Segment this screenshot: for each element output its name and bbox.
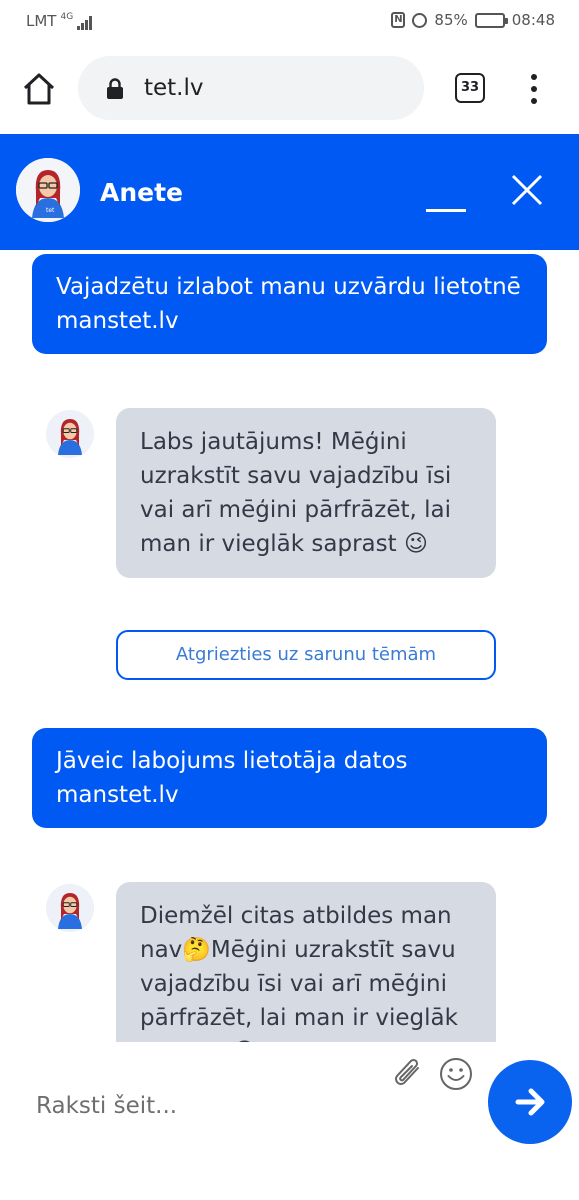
agent-avatar-icon xyxy=(46,884,94,932)
status-left: LMT 4G xyxy=(26,12,93,30)
signal-icon xyxy=(77,16,93,30)
browser-toolbar: tet.lv 33 xyxy=(0,44,579,134)
status-right: N 85% 08:48 xyxy=(391,11,555,29)
status-bar: LMT 4G N 85% 08:48 xyxy=(0,0,579,44)
home-icon[interactable] xyxy=(22,72,56,106)
chat-header: tet Anete xyxy=(0,134,579,250)
network-type: 4G xyxy=(60,12,74,22)
user-message: Vajadzētu izlabot manu uzvārdu lietotnē … xyxy=(32,254,547,354)
tabs-icon[interactable]: 33 xyxy=(455,73,485,103)
back-to-topics-button[interactable]: Atgriezties uz sarunu tēmām xyxy=(116,630,496,680)
agent-name: Anete xyxy=(100,178,184,207)
battery-icon xyxy=(474,12,508,28)
more-vert-icon[interactable] xyxy=(530,74,538,104)
avatar xyxy=(46,410,94,458)
close-icon[interactable] xyxy=(503,172,551,212)
bot-message: Diemžēl citas atbildes man nav🤔Mēģini uz… xyxy=(116,882,496,1042)
url-text: tet.lv xyxy=(144,75,204,101)
carrier-label: LMT xyxy=(26,12,57,30)
bot-message: Labs jautājums! Mēģini uzrakstīt savu va… xyxy=(116,408,496,578)
chat-conversation[interactable]: Vajadzētu izlabot manu uzvārdu lietotnē … xyxy=(0,250,579,1042)
avatar: tet xyxy=(16,158,80,222)
send-button[interactable] xyxy=(488,1060,572,1144)
clock: 08:48 xyxy=(511,11,555,29)
arrow-right-icon xyxy=(515,1088,545,1116)
minimize-button[interactable] xyxy=(420,184,470,214)
battery-percent: 85% xyxy=(434,11,468,29)
user-message: Jāveic labojums lietotāja datos manstet.… xyxy=(32,728,547,828)
address-bar[interactable]: tet.lv xyxy=(78,56,424,120)
agent-avatar-icon: tet xyxy=(16,158,80,222)
chat-input-area xyxy=(0,1042,579,1200)
svg-text:tet: tet xyxy=(46,207,55,214)
avatar xyxy=(46,884,94,932)
nfc-icon: N xyxy=(391,12,406,28)
message-input[interactable] xyxy=(24,1084,464,1128)
agent-avatar-icon xyxy=(46,410,94,458)
alarm-icon xyxy=(412,12,428,28)
lock-icon xyxy=(107,78,123,99)
